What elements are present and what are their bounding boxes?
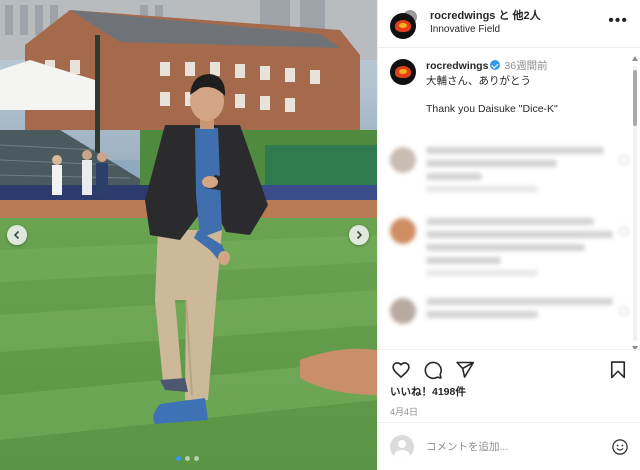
comment-body: [426, 297, 613, 324]
scroll-thumb[interactable]: [633, 70, 637, 126]
post-header: rocredwings と 他2人 Innovative Field •••: [378, 0, 640, 48]
comment-like-icon[interactable]: [619, 154, 629, 165]
comment-avatar: [390, 146, 416, 173]
header-username[interactable]: rocredwings: [430, 10, 495, 22]
comment-avatar: [390, 217, 416, 244]
caption-username[interactable]: rocredwings: [426, 60, 488, 72]
heart-icon: [392, 362, 410, 379]
account-avatar: [390, 12, 416, 39]
location-link[interactable]: Innovative Field: [430, 24, 541, 37]
comments-list[interactable]: rocredwings 36週間前 大輔さん、ありがとう Thank you Da…: [378, 49, 640, 349]
post-caption: rocredwings 36週間前 大輔さん、ありがとう Thank you Da…: [378, 49, 640, 117]
caption-body: rocredwings 36週間前 大輔さん、ありがとう Thank you Da…: [426, 59, 558, 117]
post-date[interactable]: 4月4日: [378, 399, 640, 418]
comments-scrollbar[interactable]: [632, 56, 638, 351]
carousel-indicator: [176, 456, 199, 461]
caption-time[interactable]: 36週間前: [504, 60, 547, 72]
red-wings-logo-icon: [395, 66, 411, 78]
add-comment-bar: [378, 422, 640, 470]
chevron-right-icon: [356, 230, 363, 240]
like-button[interactable]: [390, 359, 412, 381]
previous-slide-button[interactable]: [7, 225, 27, 245]
comment-like-icon[interactable]: [619, 225, 629, 236]
bookmark-icon: [610, 361, 626, 379]
comment-button[interactable]: [422, 359, 444, 381]
caption-avatar[interactable]: [390, 59, 416, 85]
carousel-dot: [176, 456, 181, 461]
comment-like-icon[interactable]: [619, 305, 629, 316]
post-actions: いいね！4198件 4月4日: [378, 349, 640, 422]
collab-avatars[interactable]: [390, 8, 420, 39]
next-slide-button[interactable]: [349, 225, 369, 245]
scroll-up-arrow-icon[interactable]: [632, 56, 638, 61]
comment-bubble-icon: [424, 361, 442, 380]
photo-scene: [0, 0, 377, 470]
action-bar: [378, 350, 640, 382]
save-button[interactable]: [607, 359, 629, 381]
like-count[interactable]: いいね！4198件: [378, 382, 640, 399]
share-button[interactable]: [454, 359, 476, 381]
verified-badge-icon: [490, 60, 501, 70]
comment-body: [426, 146, 613, 192]
header-others[interactable]: と 他2人: [498, 10, 540, 22]
header-text: rocredwings と 他2人 Innovative Field: [430, 10, 541, 36]
carousel-dot: [185, 456, 190, 461]
chevron-left-icon: [13, 230, 20, 240]
post-side-panel: rocredwings と 他2人 Innovative Field ••• r…: [377, 0, 640, 470]
header-usernames[interactable]: rocredwings と 他2人: [430, 10, 541, 24]
red-wings-logo-icon: [395, 19, 411, 32]
post-photo[interactable]: [0, 0, 377, 470]
caption-text-en: Thank you Daisuke "Dice-K": [426, 103, 558, 116]
comment-item: [378, 297, 640, 324]
comment-item: [378, 217, 640, 276]
paper-plane-icon: [456, 361, 475, 378]
smiley-icon[interactable]: [611, 438, 629, 456]
comment-avatar: [390, 297, 416, 324]
user-avatar-icon: [390, 434, 414, 459]
caption-text-jp: 大輔さん、ありがとう: [426, 75, 531, 88]
comment-input[interactable]: [426, 440, 611, 453]
more-options-icon[interactable]: •••: [608, 12, 628, 32]
comment-body: [426, 217, 613, 276]
carousel-dot: [194, 456, 199, 461]
comment-item: [378, 146, 640, 192]
